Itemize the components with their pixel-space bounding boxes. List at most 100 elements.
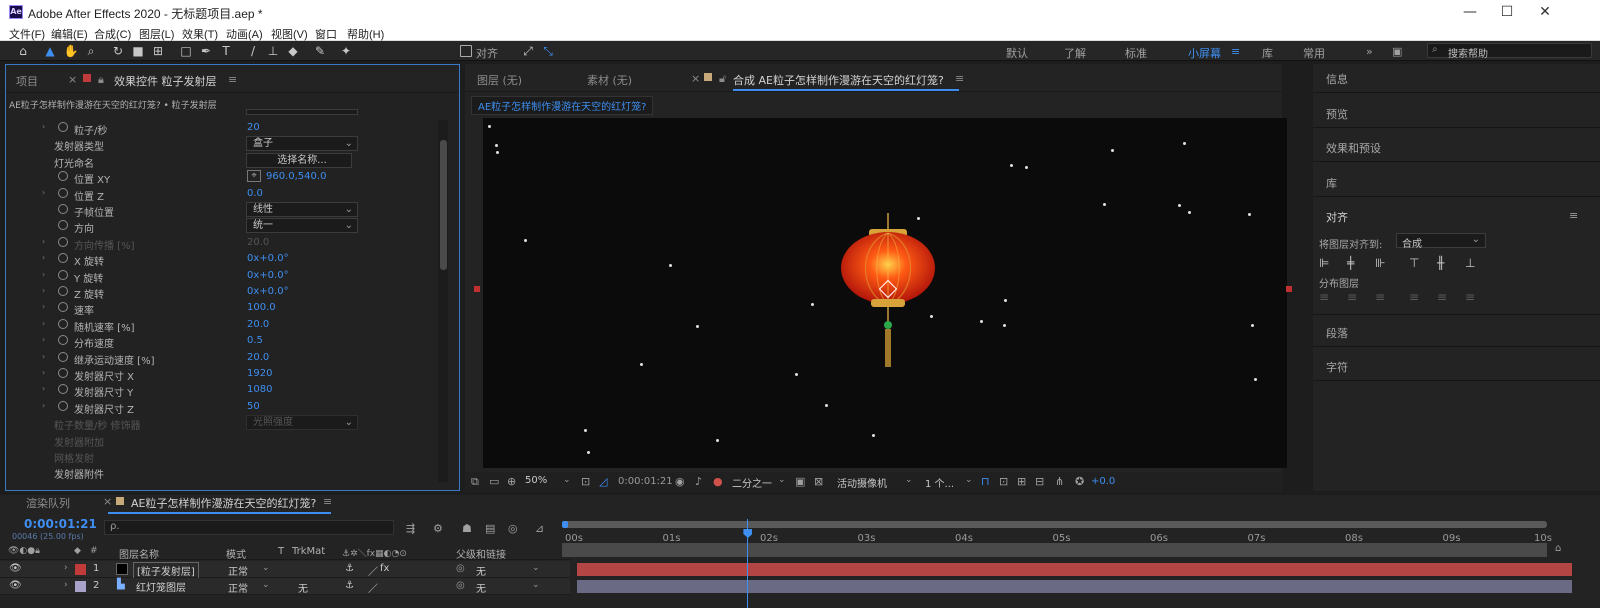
effect-property-row[interactable]: › 分布速度 0.5 — [6, 333, 444, 350]
more-workspaces-icon[interactable]: » — [1366, 45, 1373, 58]
effect-property-row[interactable]: › 发射器尺寸 Z 50 — [6, 399, 444, 416]
menu-file[interactable]: 文件(F) — [9, 26, 45, 42]
comp-tab-close-icon[interactable]: × — [691, 72, 700, 85]
stopwatch-icon[interactable] — [58, 187, 68, 198]
stopwatch-icon[interactable] — [58, 236, 68, 247]
align-hcenter-icon[interactable]: ╪ — [1347, 256, 1354, 270]
switches-column-icons[interactable]: ⚓✲＼fx▦◐◔⊙ — [342, 546, 407, 559]
property-value[interactable]: 1080 — [247, 384, 272, 395]
stopwatch-icon[interactable] — [58, 253, 68, 264]
property-value[interactable]: 20.0 — [247, 237, 269, 248]
views-chevron-icon[interactable]: ⌄ — [965, 475, 973, 485]
stopwatch-icon[interactable] — [58, 204, 68, 214]
expand-arrow-icon[interactable]: › — [42, 302, 45, 311]
workspace-menu-icon[interactable]: ≡ — [1231, 45, 1240, 58]
snap-option-icon[interactable]: ⤢ — [520, 43, 536, 59]
av-switches-icon[interactable]: 👁︎◐●🔒︎ — [8, 546, 40, 556]
align-menu-icon[interactable]: ≡ — [1569, 209, 1578, 222]
camera-dropdown[interactable]: 活动摄像机 — [837, 475, 887, 490]
property-value[interactable]: 960.0,540.0 — [266, 171, 326, 182]
distribute-hcenter-icon[interactable]: ≡ — [1437, 290, 1447, 304]
menu-animation[interactable]: 动画(A) — [226, 26, 263, 42]
effect-property-row[interactable]: › 位置 Z 0.0 — [6, 186, 444, 203]
expand-arrow-icon[interactable]: › — [42, 368, 45, 377]
stopwatch-icon[interactable] — [58, 286, 68, 296]
align-right-icon[interactable]: ⊪ — [1375, 256, 1385, 270]
fit-icon[interactable]: ⊡ — [581, 475, 590, 488]
workspace-common[interactable]: 常用 — [1303, 45, 1325, 61]
label-column-icon[interactable]: ◆ — [74, 546, 81, 556]
show-snapshot-icon[interactable]: ♪ — [695, 475, 702, 488]
stopwatch-icon[interactable] — [58, 351, 68, 362]
column-layer-name[interactable]: 图层名称 — [119, 546, 159, 561]
stopwatch-icon[interactable] — [58, 220, 68, 231]
menu-window[interactable]: 窗口 — [315, 26, 337, 42]
toggle-pixel-icon[interactable]: ⊓ — [981, 475, 990, 488]
panel-library[interactable]: 库 — [1326, 175, 1337, 191]
region-icon[interactable]: ◿ — [599, 475, 607, 488]
resolution-chevron-icon[interactable]: ⌄ — [778, 475, 786, 485]
effect-property-row[interactable]: 方向 统一 ⌄ — [6, 218, 444, 235]
align-vcenter-icon[interactable]: ╫ — [1437, 256, 1444, 270]
property-value[interactable]: 0.5 — [247, 335, 263, 346]
comp-name-chip[interactable]: AE粒子怎样制作漫游在天空的红灯笼? — [471, 96, 654, 115]
snapshot-icon[interactable]: ◉ — [675, 475, 685, 488]
expand-arrow-icon[interactable]: › — [42, 352, 45, 361]
panel-info[interactable]: 信息 — [1326, 71, 1348, 87]
fast-preview-icon[interactable]: ⊡ — [999, 475, 1008, 488]
menu-effect[interactable]: 效果(T) — [182, 26, 218, 42]
color-channel-icon[interactable]: ● — [713, 475, 723, 488]
menu-edit[interactable]: 编辑(E) — [51, 26, 88, 42]
column-mode[interactable]: 模式 — [226, 546, 246, 561]
views-dropdown[interactable]: 1 个... — [925, 475, 954, 490]
effect-property-row[interactable]: 灯光命名 选择名称... — [6, 152, 444, 170]
expand-arrow-icon[interactable]: › — [42, 188, 45, 197]
stopwatch-icon[interactable] — [58, 335, 68, 346]
stopwatch-icon[interactable] — [58, 384, 68, 395]
property-value[interactable]: 0x+0.0° — [247, 286, 289, 297]
tab-close-icon[interactable]: × — [68, 73, 77, 86]
property-value[interactable]: 20.0 — [247, 352, 269, 363]
time-ruler[interactable]: 00s 01s 02s 03s 04s 05s 06s 07s 08s 09s 10s — [0, 495, 1600, 545]
distribute-right-icon[interactable]: ≡ — [1465, 290, 1475, 304]
distribute-top-icon[interactable]: ≡ — [1319, 290, 1329, 304]
stopwatch-icon[interactable] — [58, 400, 68, 411]
column-parent[interactable]: 父级和链接 — [456, 546, 506, 561]
timeline-icon[interactable]: ⊞ — [1017, 475, 1026, 488]
partial-dropdown[interactable] — [246, 109, 358, 115]
lock-icon[interactable]: 🔒︎ — [98, 73, 104, 87]
align-bottom-icon[interactable]: ⊥ — [1465, 256, 1475, 270]
snap-checkbox[interactable] — [460, 45, 472, 57]
property-dropdown[interactable]: 盒子 ⌄ — [246, 136, 358, 152]
composition-viewer[interactable] — [483, 118, 1287, 468]
effect-property-row[interactable]: 网格发射 — [6, 448, 444, 465]
stopwatch-icon[interactable] — [58, 318, 68, 329]
expand-arrow-icon[interactable]: › — [42, 401, 45, 410]
effect-property-row[interactable]: › 发射器尺寸 X 1920 — [6, 366, 444, 383]
timeline-zoom-icon[interactable]: ⌂ — [1555, 543, 1561, 554]
home-icon[interactable]: ⌂ — [15, 43, 31, 59]
effect-property-row[interactable]: › X 旋转 0x+0.0° — [6, 251, 444, 268]
property-value[interactable]: 0x+0.0° — [247, 270, 289, 281]
select-name-button[interactable]: 选择名称... — [246, 152, 352, 168]
comp-timecode[interactable]: 0:00:01:21 — [618, 476, 673, 487]
property-dropdown[interactable]: 光照强度 ⌄ — [246, 415, 358, 431]
property-value[interactable]: 50 — [247, 401, 260, 412]
property-dropdown[interactable]: 统一 ⌄ — [246, 218, 358, 234]
minimize-icon[interactable]: — — [1455, 2, 1485, 22]
effect-property-row[interactable]: 粒子数量/秒 修饰器 光照强度 ⌄ — [6, 415, 444, 432]
mask-visibility-icon[interactable]: ⊕ — [507, 475, 516, 488]
monitor-icon[interactable]: ▭ — [489, 475, 499, 488]
tab-footage[interactable]: 素材 (无) — [587, 72, 632, 88]
expand-arrow-icon[interactable]: › — [42, 237, 45, 246]
effect-property-row[interactable]: 子帧位置 线性 ⌄ — [6, 202, 444, 219]
effect-property-row[interactable]: › Y 旋转 0x+0.0° — [6, 268, 444, 285]
time-navigator[interactable] — [562, 543, 1547, 557]
rotate-tool-icon[interactable]: ↻ — [110, 43, 126, 59]
selection-tool-icon[interactable]: ▲ — [42, 43, 58, 59]
panel-effects-presets[interactable]: 效果和预设 — [1326, 140, 1381, 156]
stopwatch-icon[interactable] — [58, 122, 68, 132]
property-value[interactable]: 20.0 — [247, 319, 269, 330]
transparency-grid-icon[interactable]: ⊠ — [814, 475, 823, 488]
align-left-icon[interactable]: ⊫ — [1319, 256, 1329, 270]
